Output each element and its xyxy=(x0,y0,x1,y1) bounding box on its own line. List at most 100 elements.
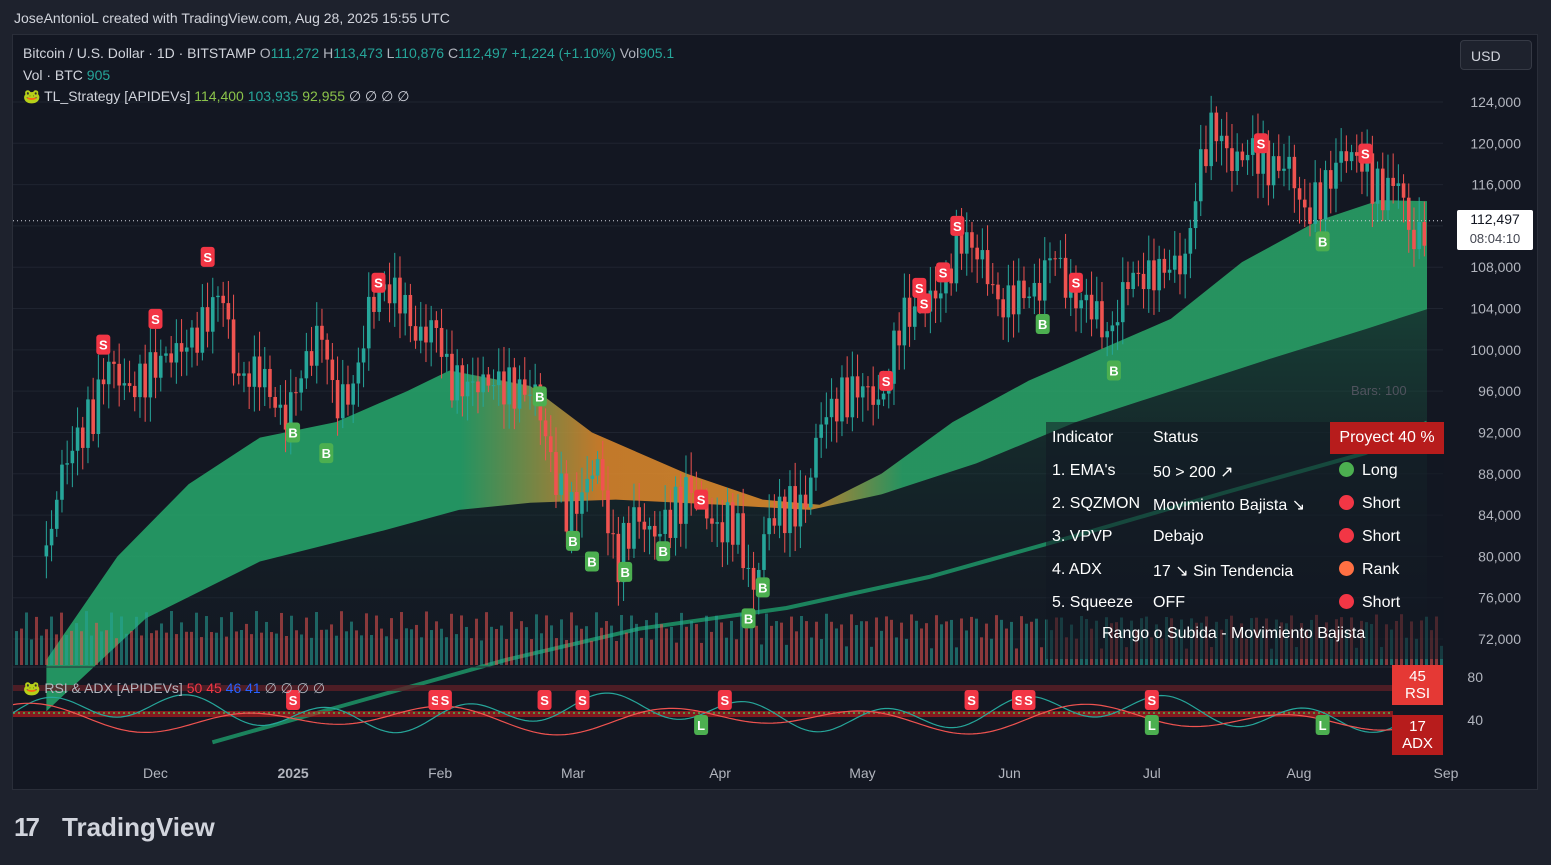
candle-body xyxy=(60,464,64,500)
close-value: 112,497 xyxy=(458,45,508,61)
strategy-rest: ∅ ∅ ∅ ∅ xyxy=(348,88,410,104)
candle-body xyxy=(49,528,54,546)
candle-body xyxy=(403,294,407,314)
chart-frame[interactable]: B B B B B B B B B B B B S S S S S S S S S S S S S S S S S S S S S S S L L L 12… xyxy=(12,34,1538,790)
volume-bar xyxy=(190,631,193,665)
currency-button[interactable]: USD xyxy=(1460,40,1532,70)
volume-bar xyxy=(635,623,638,665)
buy-signal-label: B xyxy=(658,544,667,559)
volume-bar xyxy=(25,612,28,665)
candle-body xyxy=(840,377,844,422)
price-chart[interactable]: BBBBBBBBBBBBSSSSSSSSSSSSSS S S S S S S S S SL L L12… xyxy=(13,35,1538,790)
volume-bar xyxy=(970,616,973,665)
volume-bar xyxy=(835,628,838,665)
time-axis-label: Dec xyxy=(143,765,168,781)
signal-label: Short xyxy=(1362,495,1401,512)
candle-body xyxy=(1183,253,1187,275)
candle-body xyxy=(881,393,886,400)
volume-bar xyxy=(945,621,948,665)
price-axis-label: 104,000 xyxy=(1470,301,1521,317)
volume-legend[interactable]: Vol · BTC 905 xyxy=(23,67,110,83)
buy-signal-label: B xyxy=(288,425,297,440)
strategy-legend[interactable]: 🐸 TL_Strategy [APIDEVs] 114,400 103,935 … xyxy=(23,88,409,105)
candle-body xyxy=(429,320,433,343)
volume-bar xyxy=(485,612,488,665)
symbol-title[interactable]: Bitcoin / U.S. Dollar · 1D · BITSTAMP xyxy=(23,45,256,61)
volume-bar xyxy=(895,637,898,665)
candle-body xyxy=(101,379,106,385)
low-value: 110,876 xyxy=(394,45,445,61)
volume-bar xyxy=(185,631,188,665)
candle-body xyxy=(580,492,584,514)
volume-bar xyxy=(645,620,648,665)
volume-bar xyxy=(45,629,48,665)
volume-bar xyxy=(1025,623,1028,665)
candle-body xyxy=(1063,257,1068,298)
candle-body xyxy=(1032,282,1037,297)
candle-body xyxy=(632,507,636,549)
strategy-value-3: 92,955 xyxy=(302,88,346,104)
sell-signal-label: S xyxy=(151,312,160,327)
volume-bar xyxy=(130,630,133,665)
volume-bar xyxy=(70,630,73,665)
rsi-legend[interactable]: 🐸 RSI & ADX [APIDEVs] 50 45 46 41 ∅ ∅ ∅ … xyxy=(23,680,325,697)
candle-body xyxy=(361,348,366,363)
volume-bar xyxy=(530,639,533,665)
candle-body xyxy=(231,319,236,374)
price-axis-label: 124,000 xyxy=(1470,94,1521,110)
tradingview-logo[interactable]: 17 TradingView xyxy=(14,812,215,843)
volume-legend-label: Vol · BTC xyxy=(23,67,83,83)
rsi-name: RSI & ADX [APIDEVs] xyxy=(44,680,183,696)
candle-body xyxy=(210,297,215,332)
volume-bar xyxy=(615,640,618,665)
volume-bar xyxy=(510,611,513,665)
volume-bar xyxy=(115,638,118,665)
candle-body xyxy=(611,533,615,535)
volume-bar xyxy=(495,629,498,665)
volume-bar xyxy=(100,631,103,665)
rsi-value-tag: 45 RSI xyxy=(1392,665,1443,705)
candle-body xyxy=(408,294,413,327)
volume-bar xyxy=(725,637,728,665)
frog-icon: 🐸 xyxy=(23,680,41,696)
volume-bar xyxy=(180,622,183,665)
volume-bar xyxy=(230,612,233,665)
sell-signal-label: S xyxy=(203,250,212,265)
sell-signal-label: S xyxy=(953,219,962,234)
volume-bar xyxy=(440,628,443,665)
candle-body xyxy=(860,386,865,398)
candle-body xyxy=(481,374,485,393)
volume-bar xyxy=(955,647,958,665)
price-axis-label: 76,000 xyxy=(1478,590,1521,606)
candle-body xyxy=(1412,229,1416,250)
volume-bar xyxy=(880,630,883,665)
candle-body xyxy=(54,499,59,529)
volume-bar xyxy=(280,612,283,665)
candle-body xyxy=(512,367,517,409)
candle-body xyxy=(268,368,272,397)
volume-bar xyxy=(40,635,43,665)
volume-bar xyxy=(640,637,643,665)
candle-body xyxy=(1198,149,1203,202)
candle-body xyxy=(1235,151,1239,171)
candle-body xyxy=(1318,182,1323,220)
candle-body xyxy=(242,373,246,376)
candle-body xyxy=(642,521,647,530)
volume-bar xyxy=(950,619,953,665)
volume-bar xyxy=(400,612,403,665)
volume-bar xyxy=(415,624,418,665)
volume-bar xyxy=(715,615,718,665)
rsi-axis-label: 40 xyxy=(1467,712,1483,728)
signal-dot-icon xyxy=(1339,594,1354,609)
candle-body xyxy=(1001,299,1005,318)
volume-bar xyxy=(375,615,378,665)
volume-bar xyxy=(35,616,38,665)
volume-bar xyxy=(760,644,763,665)
candle-body xyxy=(626,522,631,549)
chart-credit: JoseAntonioL created with TradingView.co… xyxy=(14,10,450,26)
volume-bar xyxy=(300,634,303,665)
volume-bar xyxy=(1020,616,1023,665)
indicator-name: 4. ADX xyxy=(1052,561,1102,578)
candle-body xyxy=(1136,272,1141,274)
frog-icon: 🐸 xyxy=(23,88,41,104)
